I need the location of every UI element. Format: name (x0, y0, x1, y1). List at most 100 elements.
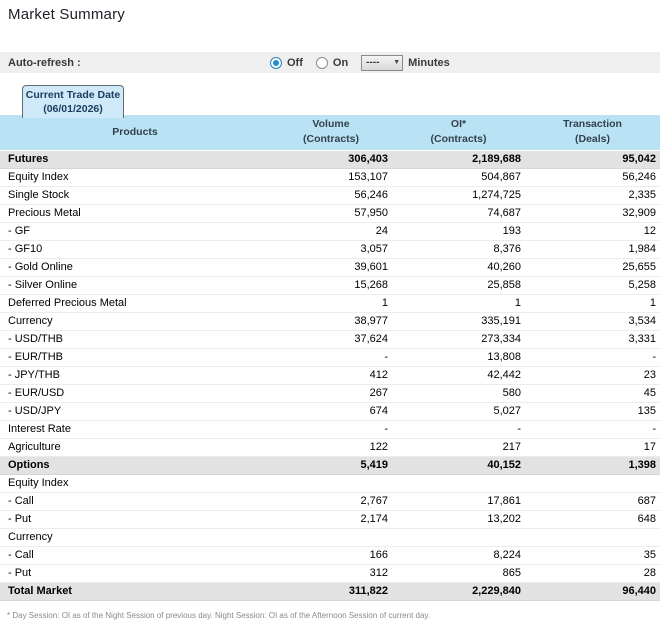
transaction-cell: - (525, 348, 660, 367)
volume-cell: 153,107 (270, 168, 392, 187)
auto-refresh-bar: Auto-refresh : Off On ---- ▼ Minutes (0, 52, 660, 73)
transaction-cell: 56,246 (525, 168, 660, 187)
table-row: - Put 2,174 13,202 648 (0, 510, 660, 529)
product-cell: Options (0, 455, 270, 475)
market-summary-page: { "page": { "title": "Market Summary" },… (0, 0, 660, 624)
volume-cell: 3,057 (270, 240, 392, 259)
auto-refresh-on-label[interactable]: On (333, 57, 348, 69)
table-row: Futures 306,403 2,189,688 95,042 (0, 149, 660, 169)
transaction-cell: 2,335 (525, 186, 660, 205)
table-row: - JPY/THB 412 42,442 23 (0, 366, 660, 385)
volume-cell: 57,950 (270, 204, 392, 223)
product-cell: Deferred Precious Metal (0, 294, 270, 313)
oi-cell: 865 (392, 564, 525, 583)
volume-cell: - (270, 348, 392, 367)
oi-cell: 13,202 (392, 510, 525, 529)
product-cell: - EUR/USD (0, 384, 270, 403)
product-cell: Equity Index (0, 474, 270, 493)
volume-cell: 56,246 (270, 186, 392, 205)
transaction-cell: - (525, 420, 660, 439)
table-row: Precious Metal 57,950 74,687 32,909 (0, 204, 660, 223)
auto-refresh-off-radio[interactable] (270, 56, 282, 69)
transaction-cell: 1 (525, 294, 660, 313)
refresh-interval-select[interactable]: ---- ▼ (361, 54, 404, 71)
product-cell: - EUR/THB (0, 348, 270, 367)
table-header: Products Volume (Contracts) OI* (Contracts… (0, 115, 660, 150)
transaction-cell: 32,909 (525, 204, 660, 223)
oi-cell: 1,274,725 (392, 186, 525, 205)
table-row: - Gold Online 39,601 40,260 25,655 (0, 258, 660, 277)
volume-cell: 1 (270, 294, 392, 313)
volume-cell: 2,767 (270, 492, 392, 511)
page-title: Market Summary (8, 6, 125, 23)
oi-cell: - (392, 420, 525, 439)
market-summary-table: Products Volume (Contracts) OI* (Contracts… (0, 115, 660, 601)
transaction-cell: 17 (525, 438, 660, 457)
auto-refresh-controls: Off On ---- ▼ Minutes (270, 52, 450, 73)
oi-cell: 335,191 (392, 312, 525, 331)
volume-cell: 37,624 (270, 330, 392, 349)
table-row: Equity Index 153,107 504,867 56,246 (0, 168, 660, 187)
product-cell: - Call (0, 492, 270, 511)
column-header-products: Products (0, 115, 270, 150)
table-row: Single Stock 56,246 1,274,725 2,335 (0, 186, 660, 205)
auto-refresh-off-label[interactable]: Off (287, 57, 303, 69)
transaction-cell: 1,984 (525, 240, 660, 259)
table-row: - USD/THB 37,624 273,334 3,331 (0, 330, 660, 349)
tab-label-line2: (06/01/2026) (43, 102, 103, 115)
market-summary-table-wrap: Products Volume (Contracts) OI* (Contracts… (0, 115, 660, 601)
table-row: Equity Index (0, 474, 660, 493)
oi-cell: 8,376 (392, 240, 525, 259)
transaction-cell: 96,440 (525, 581, 660, 601)
oi-cell: 40,152 (392, 455, 525, 475)
table-row: - GF10 3,057 8,376 1,984 (0, 240, 660, 259)
auto-refresh-label: Auto-refresh : (8, 56, 81, 69)
tab-current-trade-date[interactable]: Current Trade Date (06/01/2026) (22, 85, 124, 119)
product-cell: - Put (0, 564, 270, 583)
transaction-cell: 135 (525, 402, 660, 421)
product-cell: - JPY/THB (0, 366, 270, 385)
table-body: Futures 306,403 2,189,688 95,042 Equity … (0, 149, 660, 601)
chevron-down-icon: ▼ (393, 59, 401, 66)
volume-cell: 312 (270, 564, 392, 583)
transaction-cell (525, 474, 660, 493)
oi-footnote: * Day Session: OI as of the Night Sessio… (7, 611, 431, 620)
transaction-cell: 23 (525, 366, 660, 385)
product-cell: - Silver Online (0, 276, 270, 295)
volume-cell: 412 (270, 366, 392, 385)
volume-cell: 15,268 (270, 276, 392, 295)
volume-cell: 306,403 (270, 149, 392, 169)
oi-cell: 13,808 (392, 348, 525, 367)
table-row: Options 5,419 40,152 1,398 (0, 455, 660, 475)
transaction-cell: 687 (525, 492, 660, 511)
volume-cell: - (270, 420, 392, 439)
column-header-oi: OI* (Contracts) (392, 115, 525, 150)
product-cell: - GF (0, 222, 270, 241)
oi-cell: 42,442 (392, 366, 525, 385)
transaction-cell: 5,258 (525, 276, 660, 295)
table-row: Agriculture 122 217 17 (0, 438, 660, 457)
transaction-cell (525, 528, 660, 547)
table-row: - Call 166 8,224 35 (0, 546, 660, 565)
product-cell: Currency (0, 312, 270, 331)
refresh-interval-value: ---- (366, 57, 380, 68)
volume-cell: 24 (270, 222, 392, 241)
volume-cell: 311,822 (270, 581, 392, 601)
product-cell: - Gold Online (0, 258, 270, 277)
oi-cell: 17,861 (392, 492, 525, 511)
table-row: - EUR/THB - 13,808 - (0, 348, 660, 367)
product-cell: Interest Rate (0, 420, 270, 439)
product-cell: Equity Index (0, 168, 270, 187)
table-row: - USD/JPY 674 5,027 135 (0, 402, 660, 421)
product-cell: - USD/JPY (0, 402, 270, 421)
minutes-label: Minutes (408, 56, 450, 69)
oi-cell: 8,224 (392, 546, 525, 565)
volume-cell (270, 528, 392, 547)
product-cell: Agriculture (0, 438, 270, 457)
auto-refresh-on-radio[interactable] (315, 56, 328, 69)
product-cell: Total Market (0, 581, 270, 601)
product-cell: - Put (0, 510, 270, 529)
oi-cell (392, 528, 525, 547)
table-row: - EUR/USD 267 580 45 (0, 384, 660, 403)
product-cell: Futures (0, 149, 270, 169)
